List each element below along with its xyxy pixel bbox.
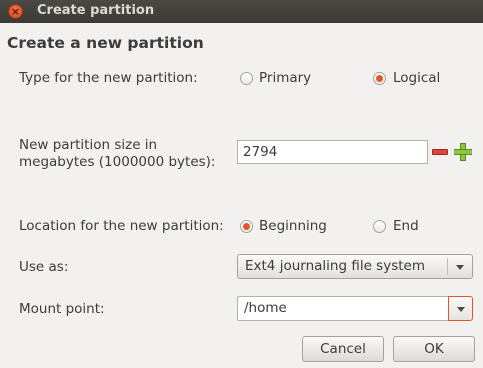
radio-logical[interactable] <box>373 72 386 85</box>
size-label-line2: megabytes (1000000 bytes): <box>19 154 216 170</box>
dialog-heading: Create a new partition <box>7 34 204 52</box>
use-as-label: Use as: <box>19 259 69 275</box>
mount-point-input[interactable]: /home <box>237 296 448 321</box>
window-title: Create partition <box>37 3 155 18</box>
cancel-button[interactable]: Cancel <box>302 336 384 362</box>
chevron-down-icon <box>457 307 465 312</box>
filesystem-combo[interactable]: Ext4 journaling file system <box>237 254 473 279</box>
mount-point-dropdown-button[interactable] <box>448 296 473 321</box>
mount-point-label: Mount point: <box>19 301 105 317</box>
chevron-down-icon <box>456 265 464 270</box>
radio-end-label[interactable]: End <box>393 218 419 234</box>
combo-separator <box>447 258 448 275</box>
radio-beginning-label[interactable]: Beginning <box>259 218 327 234</box>
radio-logical-label[interactable]: Logical <box>393 70 440 86</box>
ok-button[interactable]: OK <box>393 336 475 362</box>
radio-beginning[interactable] <box>240 220 253 233</box>
radio-primary[interactable] <box>240 72 253 85</box>
increment-icon[interactable] <box>454 143 473 162</box>
decrement-icon[interactable] <box>431 143 450 162</box>
size-label-line1: New partition size in <box>19 137 158 153</box>
size-input[interactable]: 2794 <box>237 140 428 164</box>
filesystem-combo-value: Ext4 journaling file system <box>245 258 425 274</box>
radio-end[interactable] <box>373 220 386 233</box>
radio-primary-label[interactable]: Primary <box>259 70 311 86</box>
partition-type-label: Type for the new partition: <box>19 70 198 86</box>
close-icon[interactable]: × <box>8 4 23 19</box>
location-label: Location for the new partition: <box>19 218 224 234</box>
title-bar: × Create partition <box>0 0 483 23</box>
